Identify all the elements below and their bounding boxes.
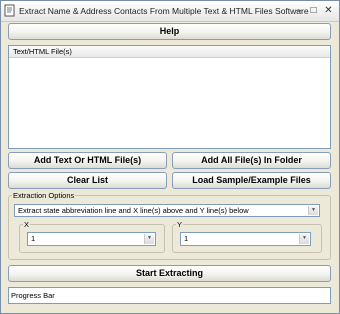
chevron-down-icon[interactable]: ▼ (299, 234, 309, 244)
close-icon[interactable]: ✕ (323, 5, 334, 16)
chevron-down-icon[interactable]: ▼ (308, 206, 318, 215)
load-sample-button[interactable]: Load Sample/Example Files (172, 172, 331, 189)
file-list-header: Text/HTML File(s) (9, 46, 330, 58)
y-value: 1 (184, 234, 189, 243)
minimize-icon[interactable]: – (293, 5, 304, 16)
file-list[interactable]: Text/HTML File(s) (8, 45, 331, 149)
title-bar: Extract Name & Address Contacts From Mul… (1, 1, 339, 22)
y-label: Y (177, 220, 183, 229)
chevron-down-icon[interactable]: ▼ (144, 234, 154, 244)
help-button[interactable]: Help (8, 23, 331, 40)
x-value: 1 (31, 234, 36, 243)
clear-list-button[interactable]: Clear List (8, 172, 167, 189)
window-title: Extract Name & Address Contacts From Mul… (19, 6, 309, 16)
x-select[interactable]: 1 ▼ (27, 232, 156, 246)
extraction-options-legend: Extraction Options (13, 191, 75, 200)
app-icon (4, 4, 15, 17)
app-window: Extract Name & Address Contacts From Mul… (0, 0, 340, 314)
add-folder-button[interactable]: Add All File(s) In Folder (172, 152, 331, 169)
start-extracting-button[interactable]: Start Extracting (8, 265, 331, 282)
x-label: X (24, 220, 30, 229)
progress-bar-label: Progress Bar (11, 291, 55, 300)
extraction-mode-value: Extract state abbreviation line and X li… (18, 206, 249, 215)
y-select[interactable]: 1 ▼ (180, 232, 311, 246)
maximize-icon[interactable]: □ (308, 5, 319, 16)
extraction-mode-select[interactable]: Extract state abbreviation line and X li… (14, 204, 320, 217)
add-files-button[interactable]: Add Text Or HTML File(s) (8, 152, 167, 169)
progress-bar: Progress Bar (8, 287, 331, 304)
